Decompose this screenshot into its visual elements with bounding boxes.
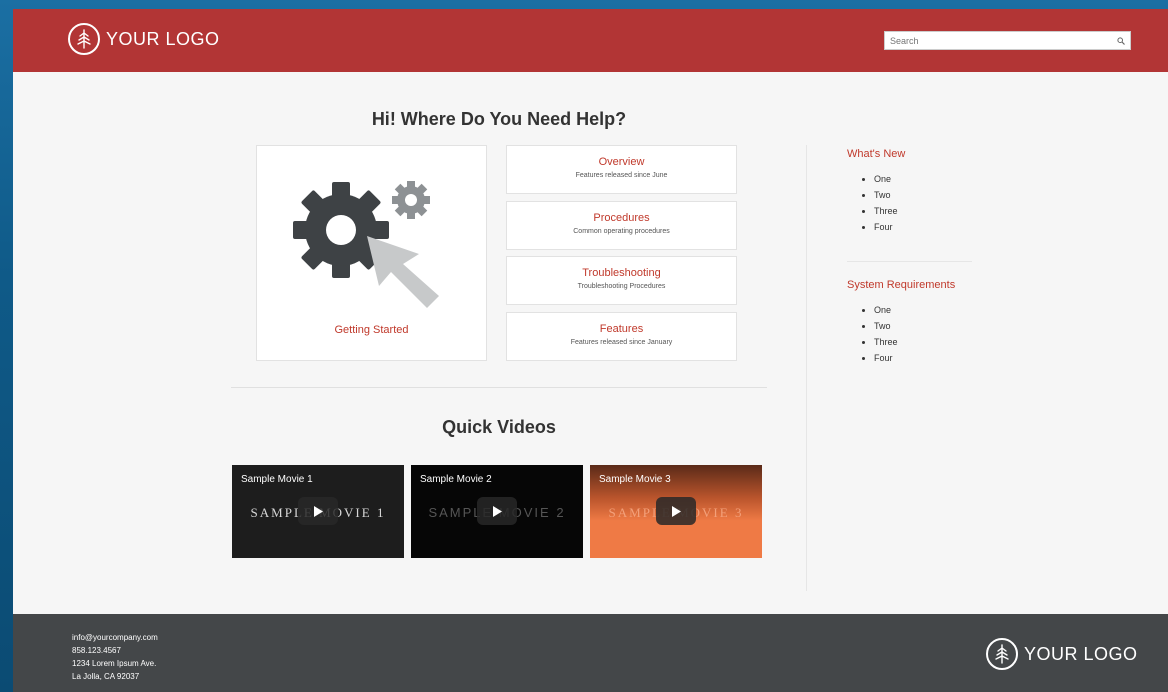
topic-subtitle: Features released since January [570, 339, 673, 346]
play-icon [493, 505, 502, 517]
sidebar-section-divider [847, 261, 972, 262]
topic-card-troubleshooting[interactable]: Troubleshooting Troubleshooting Procedur… [506, 256, 737, 305]
list-item: Two [874, 187, 898, 203]
cursor-arrow-icon [367, 236, 439, 308]
getting-started-card[interactable]: Getting Started [256, 145, 487, 361]
topic-subtitle: Features released since June [575, 172, 668, 179]
topic-title[interactable]: Features [507, 323, 736, 335]
header-logo[interactable]: YOUR LOGO [68, 23, 220, 55]
contact-email[interactable]: info@yourcompany.com [72, 631, 158, 644]
contact-address-line2: La Jolla, CA 92037 [72, 672, 140, 681]
topic-card-features[interactable]: Features Features released since January [506, 312, 737, 361]
getting-started-label[interactable]: Getting Started [257, 324, 486, 336]
system-requirements-heading[interactable]: System Requirements [847, 279, 955, 291]
footer-logo[interactable]: YOUR LOGO [986, 638, 1138, 670]
logo-tree-icon [68, 23, 100, 55]
video-title: Sample Movie 3 [599, 474, 671, 485]
play-icon [672, 505, 681, 517]
topic-title[interactable]: Overview [507, 156, 736, 168]
list-item: One [874, 302, 898, 318]
play-button[interactable] [477, 497, 517, 525]
list-item: Three [874, 203, 898, 219]
play-button[interactable] [656, 497, 696, 525]
video-title: Sample Movie 2 [420, 474, 492, 485]
logo-text: YOUR LOGO [1024, 643, 1138, 664]
topic-card-procedures[interactable]: Procedures Common operating procedures [506, 201, 737, 250]
search-input[interactable] [885, 32, 1115, 49]
list-item: Two [874, 318, 898, 334]
list-item: Four [874, 219, 898, 235]
play-button[interactable] [298, 497, 338, 525]
video-title: Sample Movie 1 [241, 474, 313, 485]
list-item: Three [874, 334, 898, 350]
site-header: YOUR LOGO [13, 9, 1168, 72]
site-footer: info@yourcompany.com 858.123.4567 1234 L… [13, 614, 1168, 692]
search-icon[interactable] [1115, 35, 1127, 47]
section-divider [231, 387, 767, 388]
whats-new-heading[interactable]: What's New [847, 148, 905, 160]
contact-info: info@yourcompany.com 858.123.4567 1234 L… [72, 631, 158, 683]
sidebar-divider [806, 145, 807, 591]
contact-phone: 858.123.4567 [72, 646, 121, 655]
whats-new-list: One Two Three Four [847, 171, 898, 235]
topic-title[interactable]: Troubleshooting [507, 267, 736, 279]
video-thumbnail-2[interactable]: Sample Movie 2 SAMPLE MOVIE 2 [411, 465, 583, 558]
list-item: Four [874, 350, 898, 366]
help-page: YOUR LOGO Hi! Where Do You Need Help? [13, 9, 1168, 692]
page-title: Hi! Where Do You Need Help? [371, 109, 627, 129]
list-item: One [874, 171, 898, 187]
topic-title[interactable]: Procedures [507, 212, 736, 224]
topic-subtitle: Troubleshooting Procedures [577, 283, 666, 290]
small-gear-icon [392, 181, 430, 219]
videos-heading: Quick Videos [442, 417, 556, 437]
video-thumbnail-3[interactable]: Sample Movie 3 SAMPLE MOVIE 3 [590, 465, 762, 558]
logo-tree-icon [986, 638, 1018, 670]
play-icon [314, 505, 323, 517]
contact-address-line1: 1234 Lorem Ipsum Ave. [72, 659, 157, 668]
topic-subtitle: Common operating procedures [573, 228, 670, 235]
system-requirements-list: One Two Three Four [847, 302, 898, 366]
topic-card-overview[interactable]: Overview Features released since June [506, 145, 737, 194]
gear-cursor-illustration [293, 181, 439, 308]
search-box[interactable] [884, 31, 1131, 50]
video-thumbnail-1[interactable]: Sample Movie 1 SAMPLE MOVIE 1 [232, 465, 404, 558]
logo-text: YOUR LOGO [106, 28, 220, 49]
